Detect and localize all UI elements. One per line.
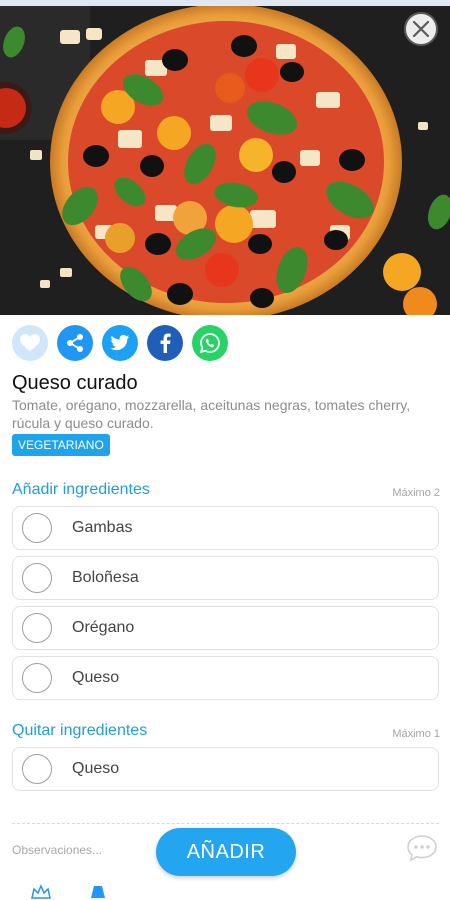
option-label: Gambas [72,519,133,536]
add-option-oregano[interactable]: Orégano [12,606,439,650]
whatsapp-icon [199,333,220,354]
product-image [0,0,450,315]
share-button[interactable] [57,325,93,361]
share-row [12,325,228,361]
twitter-icon [110,334,130,351]
radio-button[interactable] [22,513,52,543]
observations-divider [12,823,439,824]
facebook-button[interactable] [147,325,183,361]
product-title: Queso curado [12,372,138,394]
add-to-cart-button[interactable]: AÑADIR [156,828,296,876]
option-label: Queso [72,760,120,777]
vegetarian-badge: VEGETARIANO [12,434,110,456]
close-button[interactable] [404,12,438,46]
observations-input[interactable]: Observaciones... [12,843,102,857]
radio-button[interactable] [22,663,52,693]
remove-option-queso[interactable]: Queso [12,747,439,791]
option-label: Boloñesa [72,569,139,586]
remove-ingredients-title: Quitar ingredientes [12,722,148,739]
share-icon [67,334,83,352]
hero-top-pattern [0,0,450,6]
option-label: Orégano [72,619,135,636]
facebook-icon [160,333,171,353]
remove-ingredients-max: Máximo 1 [392,728,440,740]
add-option-queso[interactable]: Queso [12,656,439,700]
heart-icon [20,334,40,351]
add-option-gambas[interactable]: Gambas [12,506,439,550]
radio-button[interactable] [22,754,52,784]
pizza-illustration [0,0,450,315]
radio-button[interactable] [22,613,52,643]
crown-icon[interactable] [30,884,52,900]
option-label: Queso [72,669,120,686]
whatsapp-button[interactable] [192,325,228,361]
add-ingredients-max: Máximo 2 [392,487,440,499]
menu-icon[interactable] [88,884,108,900]
product-description: Tomate, orégano, mozzarella, aceitunas n… [12,397,411,431]
twitter-button[interactable] [102,325,138,361]
comment-icon[interactable] [406,834,438,862]
favorite-button[interactable] [12,325,48,361]
close-icon [412,20,430,38]
radio-button[interactable] [22,563,52,593]
add-option-bolonesa[interactable]: Boloñesa [12,556,439,600]
add-ingredients-title: Añadir ingredientes [12,481,150,498]
